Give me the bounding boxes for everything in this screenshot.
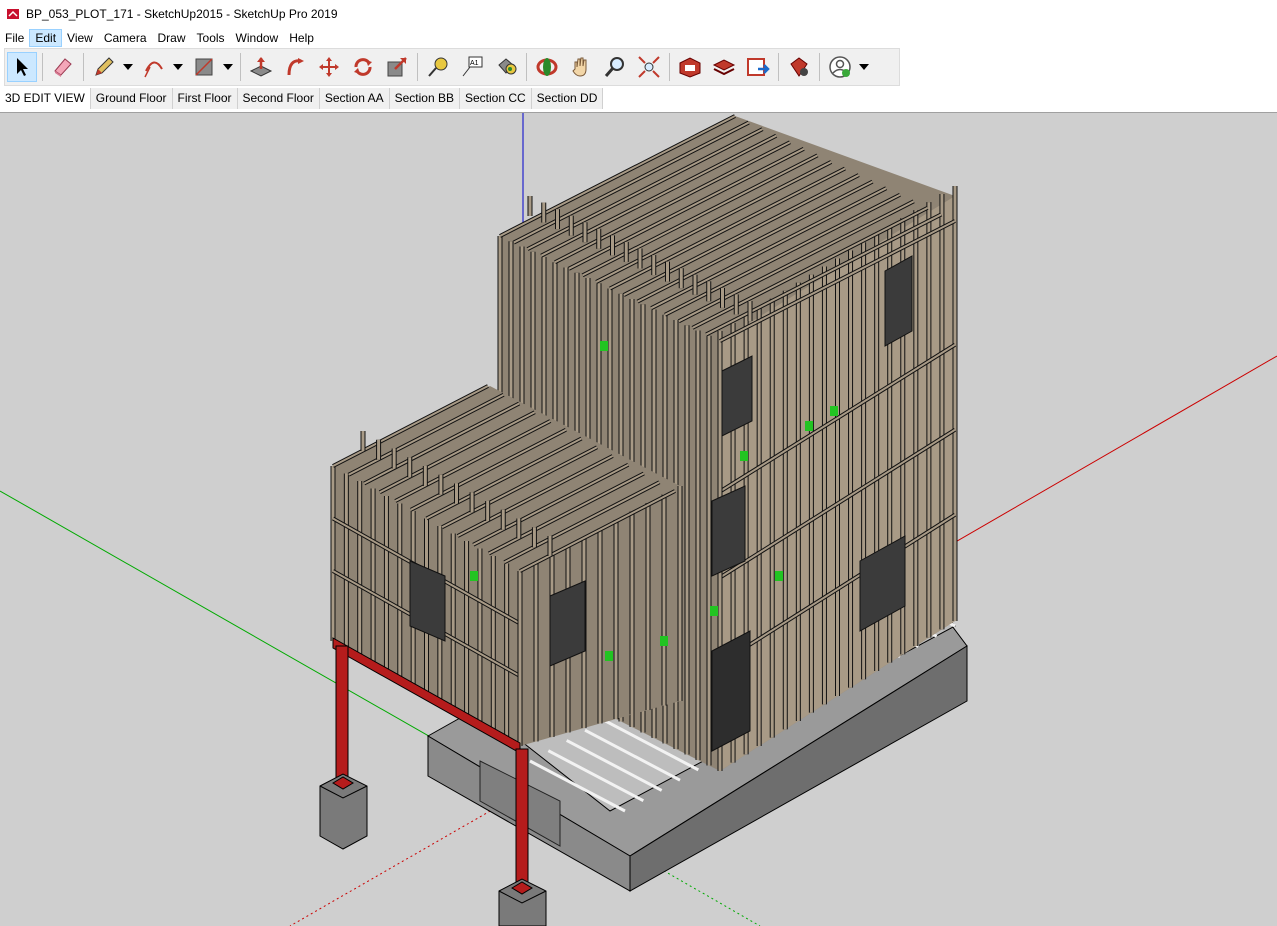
title-bar: BP_053_PLOT_171 - SketchUp2015 - SketchU… xyxy=(0,0,1277,28)
text-tool-button[interactable]: A1 xyxy=(457,52,487,82)
arc-dropdown-button[interactable] xyxy=(171,52,185,82)
follow-me-icon xyxy=(287,58,304,76)
pencil-icon xyxy=(95,57,114,76)
extension-manager-button[interactable] xyxy=(784,52,814,82)
menu-tools[interactable]: Tools xyxy=(191,29,231,47)
scene-tabs: 3D EDIT VIEW Ground Floor First Floor Se… xyxy=(0,88,1277,109)
pencil-dropdown-button[interactable] xyxy=(121,52,135,82)
scene-tab-3d-edit-view[interactable]: 3D EDIT VIEW xyxy=(0,88,91,109)
menu-draw[interactable]: Draw xyxy=(152,29,192,47)
scale-tool-button[interactable] xyxy=(382,52,412,82)
eraser-tool-button[interactable] xyxy=(48,52,78,82)
3d-warehouse-button[interactable] xyxy=(675,52,705,82)
rectangle-icon xyxy=(195,58,213,76)
orbit-tool-button[interactable] xyxy=(532,52,562,82)
menu-help[interactable]: Help xyxy=(283,29,320,47)
scene-tab-section-bb[interactable]: Section BB xyxy=(389,88,460,109)
zoom-icon xyxy=(604,57,624,77)
text-icon: A1 xyxy=(462,56,483,77)
move-icon xyxy=(319,57,339,77)
scene-tab-first-floor[interactable]: First Floor xyxy=(172,88,238,109)
model-viewport[interactable] xyxy=(0,112,1277,926)
pan-tool-button[interactable] xyxy=(566,52,596,82)
chevron-down-icon xyxy=(223,64,233,70)
rectangle-tool-button[interactable] xyxy=(189,52,219,82)
scene-tab-ground-floor[interactable]: Ground Floor xyxy=(90,88,173,109)
scene-tab-second-floor[interactable]: Second Floor xyxy=(237,88,320,109)
3d-warehouse-icon xyxy=(679,57,701,78)
select-tool-button[interactable] xyxy=(7,52,37,82)
model-canvas[interactable] xyxy=(0,113,1277,926)
push-pull-tool-button[interactable] xyxy=(246,52,276,82)
account-button[interactable] xyxy=(825,52,855,82)
send-to-layout-button[interactable] xyxy=(743,52,773,82)
chevron-down-icon xyxy=(123,64,133,70)
toolbar-separator xyxy=(778,53,779,81)
sketchup-app-icon xyxy=(7,9,19,19)
toolbar-separator xyxy=(83,53,84,81)
extension-warehouse-icon xyxy=(712,59,736,76)
menu-edit[interactable]: Edit xyxy=(29,29,63,47)
tape-measure-tool-button[interactable] xyxy=(423,52,453,82)
move-tool-button[interactable] xyxy=(314,52,344,82)
account-icon xyxy=(829,56,851,78)
scene-tab-section-dd[interactable]: Section DD xyxy=(531,88,604,109)
arc-icon xyxy=(144,61,163,78)
account-dropdown-button[interactable] xyxy=(857,52,871,82)
menu-view[interactable]: View xyxy=(61,29,99,47)
menu-window[interactable]: Window xyxy=(230,29,285,47)
select-icon xyxy=(17,58,28,76)
window-title: BP_053_PLOT_171 - SketchUp2015 - SketchU… xyxy=(26,7,338,21)
toolbar-separator xyxy=(819,53,820,81)
orbit-icon xyxy=(536,58,558,76)
extension-manager-icon xyxy=(790,57,808,77)
rotate-icon xyxy=(354,58,372,76)
scene-tab-section-aa[interactable]: Section AA xyxy=(319,88,390,109)
rectangle-dropdown-button[interactable] xyxy=(221,52,235,82)
main-toolbar: A1 xyxy=(4,48,900,86)
scene-tab-section-cc[interactable]: Section CC xyxy=(459,88,532,109)
toolbar-separator xyxy=(669,53,670,81)
pan-icon xyxy=(572,57,587,77)
menu-camera[interactable]: Camera xyxy=(98,29,153,47)
toolbar-separator xyxy=(417,53,418,81)
scale-icon xyxy=(387,57,407,77)
follow-me-tool-button[interactable] xyxy=(280,52,310,82)
push-pull-icon xyxy=(249,57,273,77)
svg-text:A1: A1 xyxy=(470,60,479,67)
chevron-down-icon xyxy=(173,64,183,70)
toolbar-separator xyxy=(240,53,241,81)
zoom-extents-tool-button[interactable] xyxy=(634,52,664,82)
zoom-tool-button[interactable] xyxy=(600,52,630,82)
send-to-layout-icon xyxy=(747,58,770,76)
chevron-down-icon xyxy=(859,64,869,70)
toolbar-separator xyxy=(42,53,43,81)
paint-bucket-icon xyxy=(498,58,517,75)
paint-bucket-tool-button[interactable] xyxy=(491,52,521,82)
eraser-icon xyxy=(54,58,72,77)
zoom-extents-icon xyxy=(638,56,660,78)
rotate-tool-button[interactable] xyxy=(348,52,378,82)
menu-file[interactable]: File xyxy=(0,29,30,47)
toolbar-separator xyxy=(526,53,527,81)
menu-bar: File Edit View Camera Draw Tools Window … xyxy=(0,28,1277,48)
extension-warehouse-button[interactable] xyxy=(709,52,739,82)
pencil-tool-button[interactable] xyxy=(89,52,119,82)
arc-tool-button[interactable] xyxy=(139,52,169,82)
tape-measure-icon xyxy=(428,57,448,77)
